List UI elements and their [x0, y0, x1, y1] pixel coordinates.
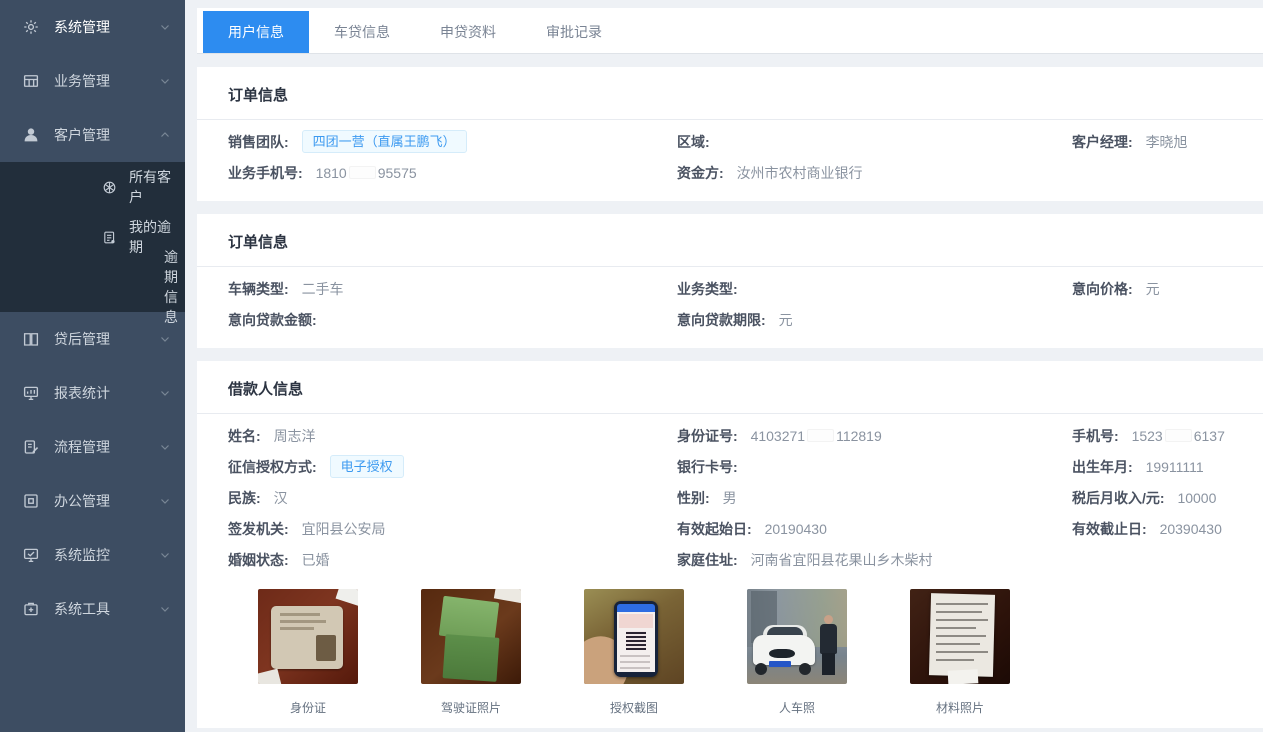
- sidebar-item-label: 报表统计: [54, 383, 110, 403]
- sidebar-item-all-customers[interactable]: 所有客户: [0, 162, 185, 212]
- field-home-address: 家庭住址: 河南省宜阳县花果山乡木柴村: [677, 545, 1072, 576]
- id-card-photo-thumbnail[interactable]: [258, 589, 358, 684]
- tab-car-loan-info[interactable]: 车贷信息: [309, 11, 415, 53]
- field-marital-status: 婚姻状态: 已婚: [228, 545, 677, 576]
- chevron-up-icon: [159, 129, 171, 141]
- field-intended-loan-amount: 意向贷款金额:: [228, 305, 677, 336]
- photo-label: 驾驶证照片: [421, 699, 521, 716]
- loan-intention-card: 订单信息 车辆类型: 二手车 业务类型: 意向价格: 元 意向贷款金额:: [197, 214, 1263, 348]
- sidebar-item-customer-mgmt[interactable]: 客户管理: [0, 108, 185, 162]
- field-business-type: 业务类型:: [677, 274, 1072, 305]
- field-valid-from: 有效起始日: 20190430: [677, 514, 1072, 545]
- chevron-down-icon: [159, 75, 171, 87]
- sidebar-item-label: 贷后管理: [54, 329, 110, 349]
- sidebar-item-office-mgmt[interactable]: 办公管理: [0, 474, 185, 528]
- monitor-check-icon: [22, 546, 40, 564]
- field-sales-team: 销售团队: 四团一营（直属王鹏飞）: [228, 127, 677, 158]
- tab-approval-records[interactable]: 审批记录: [521, 11, 627, 53]
- clipboard-pencil-icon: [22, 438, 40, 456]
- field-vehicle-type: 车辆类型: 二手车: [228, 274, 677, 305]
- borrower-info-card: 借款人信息 姓名: 周志洋 身份证号: 4103271112819 手机号: 1…: [197, 361, 1263, 728]
- phone-qr-photo-thumbnail[interactable]: [584, 589, 684, 684]
- grid-icon: [22, 72, 40, 90]
- field-bank-card: 银行卡号:: [677, 452, 1072, 483]
- sidebar-item-label: 业务管理: [54, 71, 110, 91]
- main-content: 用户信息 车贷信息 申贷资料 审批记录 订单信息 销售团队: 四团一营（直属王鹏…: [185, 0, 1263, 732]
- field-id-number: 身份证号: 4103271112819: [677, 421, 1072, 452]
- handwritten-document-photo-thumbnail[interactable]: [910, 589, 1010, 684]
- sidebar-item-postloan-mgmt[interactable]: 贷后管理: [0, 312, 185, 366]
- field-region: 区域:: [677, 127, 1072, 158]
- photo-label: 材料照片: [910, 699, 1010, 716]
- chevron-down-icon: [159, 441, 171, 453]
- field-birth-date: 出生年月: 19911111: [1072, 452, 1263, 483]
- tab-user-info[interactable]: 用户信息: [203, 11, 309, 53]
- field-funder: 资金方: 汝州市农村商业银行: [677, 158, 1072, 189]
- field-monthly-income: 税后月收入/元: 10000: [1072, 483, 1263, 514]
- card-title: 借款人信息: [197, 378, 1263, 414]
- field-issuing-authority: 签发机关: 宜阳县公安局: [228, 514, 677, 545]
- monitor-icon: [22, 384, 40, 402]
- field-business-phone: 业务手机号: 181095575: [228, 158, 677, 189]
- chevron-down-icon: [159, 603, 171, 615]
- sidebar: 系统管理 业务管理 客户管理: [0, 0, 185, 732]
- sidebar-item-label: 系统管理: [54, 17, 110, 37]
- credit-auth-tag: 电子授权: [330, 455, 404, 478]
- field-valid-to: 有效截止日: 20390430: [1072, 514, 1263, 545]
- redaction-box: [349, 166, 376, 179]
- redaction-box: [1165, 429, 1192, 442]
- tab-loan-application-docs[interactable]: 申贷资料: [415, 11, 521, 53]
- photo-label: 人车照: [747, 699, 847, 716]
- gear-icon: [22, 18, 40, 36]
- sidebar-item-overdue-info[interactable]: 逾期信息: [0, 262, 185, 312]
- field-name: 姓名: 周志洋: [228, 421, 677, 452]
- sales-team-tag: 四团一营（直属王鹏飞）: [302, 130, 467, 153]
- sidebar-item-label: 系统工具: [54, 599, 110, 619]
- sidebar-item-my-overdue[interactable]: 我的逾期: [0, 212, 185, 262]
- chevron-down-icon: [159, 387, 171, 399]
- field-intended-loan-term: 意向贷款期限: 元: [677, 305, 1072, 336]
- detail-tabbar: 用户信息 车贷信息 申贷资料 审批记录: [197, 8, 1263, 54]
- sidebar-item-system-tools[interactable]: 系统工具: [0, 582, 185, 636]
- sidebar-item-label: 系统监控: [54, 545, 110, 565]
- field-ethnicity: 民族: 汉: [228, 483, 677, 514]
- field-gender: 性别: 男: [677, 483, 1072, 514]
- field-intended-price: 意向价格: 元: [1072, 274, 1263, 305]
- chevron-down-icon: [159, 549, 171, 561]
- sidebar-item-process-mgmt[interactable]: 流程管理: [0, 420, 185, 474]
- customer-mgmt-submenu: 所有客户 我的逾期 逾期信息: [0, 162, 185, 312]
- sidebar-item-system-mgmt[interactable]: 系统管理: [0, 0, 185, 54]
- sidebar-item-label: 客户管理: [54, 125, 110, 145]
- sidebar-item-business-mgmt[interactable]: 业务管理: [0, 54, 185, 108]
- document-icon: [102, 230, 117, 245]
- field-credit-auth-method: 征信授权方式: 电子授权: [228, 452, 677, 483]
- nested-square-icon: [22, 492, 40, 510]
- photo-label: 身份证: [258, 699, 358, 716]
- sidebar-item-label: 流程管理: [54, 437, 110, 457]
- order-info-card: 订单信息 销售团队: 四团一营（直属王鹏飞） 区域: 客户经理: 李晓旭 业务手: [197, 67, 1263, 201]
- photo-label: 授权截图: [584, 699, 684, 716]
- car-person-photo-thumbnail[interactable]: [747, 589, 847, 684]
- sidebar-item-report-stats[interactable]: 报表统计: [0, 366, 185, 420]
- sidebar-item-label: 办公管理: [54, 491, 110, 511]
- field-account-manager: 客户经理: 李晓旭: [1072, 127, 1263, 158]
- redaction-box: [807, 429, 834, 442]
- toolbox-plus-icon: [22, 600, 40, 618]
- field-mobile: 手机号: 15236137: [1072, 421, 1263, 452]
- card-title: 订单信息: [197, 84, 1263, 120]
- chevron-down-icon: [159, 495, 171, 507]
- sidebar-item-system-monitor[interactable]: 系统监控: [0, 528, 185, 582]
- sidebar-item-label: 所有客户: [129, 167, 171, 207]
- chevron-down-icon: [159, 21, 171, 33]
- sidebar-item-label: 逾期信息: [164, 247, 178, 327]
- borrower-photos-row: 身份证 驾驶证照片: [228, 576, 1263, 716]
- user-icon: [22, 126, 40, 144]
- card-title: 订单信息: [197, 231, 1263, 267]
- customers-wheel-icon: [102, 180, 117, 195]
- green-booklet-photo-thumbnail[interactable]: [421, 589, 521, 684]
- open-book-icon: [22, 330, 40, 348]
- chevron-down-icon: [159, 333, 171, 345]
